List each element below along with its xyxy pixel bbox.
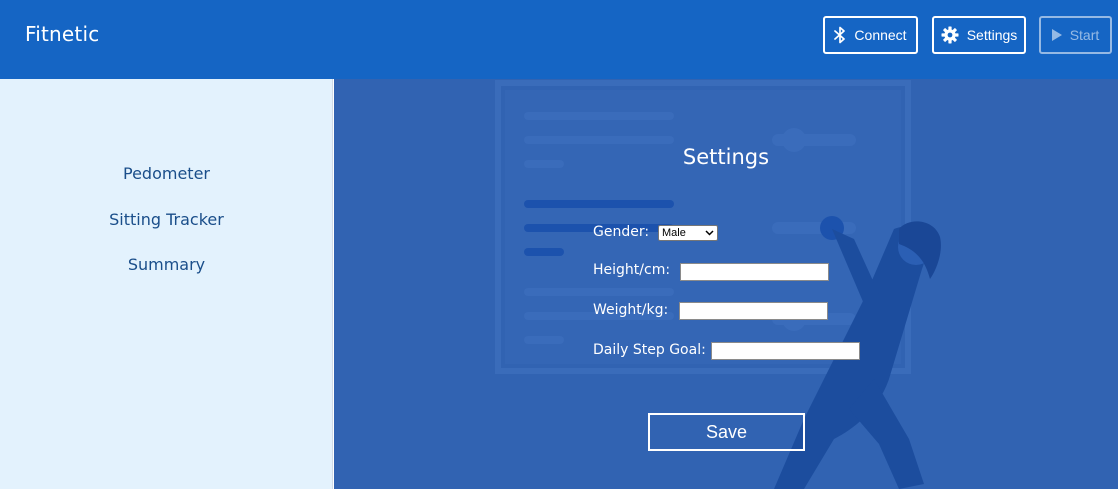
weight-input[interactable]: [679, 302, 828, 320]
start-button[interactable]: Start: [1039, 16, 1112, 54]
connect-button[interactable]: Connect: [823, 16, 918, 54]
settings-panel: Settings Gender: Male Height/cm: Weight/…: [334, 79, 1118, 489]
chevron-down-icon: [705, 227, 714, 239]
settings-button-label: Settings: [966, 27, 1018, 43]
settings-title: Settings: [682, 145, 770, 169]
app-title: Fitnetic: [25, 22, 100, 46]
start-button-label: Start: [1069, 27, 1100, 43]
daily-step-goal-input[interactable]: [711, 342, 860, 360]
save-button[interactable]: Save: [648, 413, 805, 451]
sidebar-item-summary[interactable]: Summary: [0, 255, 333, 274]
play-icon: [1051, 29, 1062, 41]
sidebar: Pedometer Sitting Tracker Summary: [0, 79, 333, 489]
connect-button-label: Connect: [854, 27, 907, 43]
gender-label: Gender:: [593, 224, 650, 240]
gear-icon: [941, 26, 959, 44]
daily-step-goal-label: Daily Step Goal:: [593, 342, 706, 358]
settings-button[interactable]: Settings: [932, 16, 1026, 54]
top-app-bar: Fitnetic Connect Settings Start: [0, 0, 1118, 79]
bluetooth-icon: [834, 26, 846, 44]
sidebar-item-pedometer[interactable]: Pedometer: [0, 164, 333, 183]
weight-label: Weight/kg:: [593, 302, 669, 318]
gender-select-value: Male: [662, 227, 686, 239]
height-label: Height/cm:: [593, 262, 671, 278]
sidebar-item-sitting-tracker[interactable]: Sitting Tracker: [0, 210, 333, 229]
height-input[interactable]: [680, 263, 829, 281]
gender-select[interactable]: Male: [658, 225, 718, 241]
